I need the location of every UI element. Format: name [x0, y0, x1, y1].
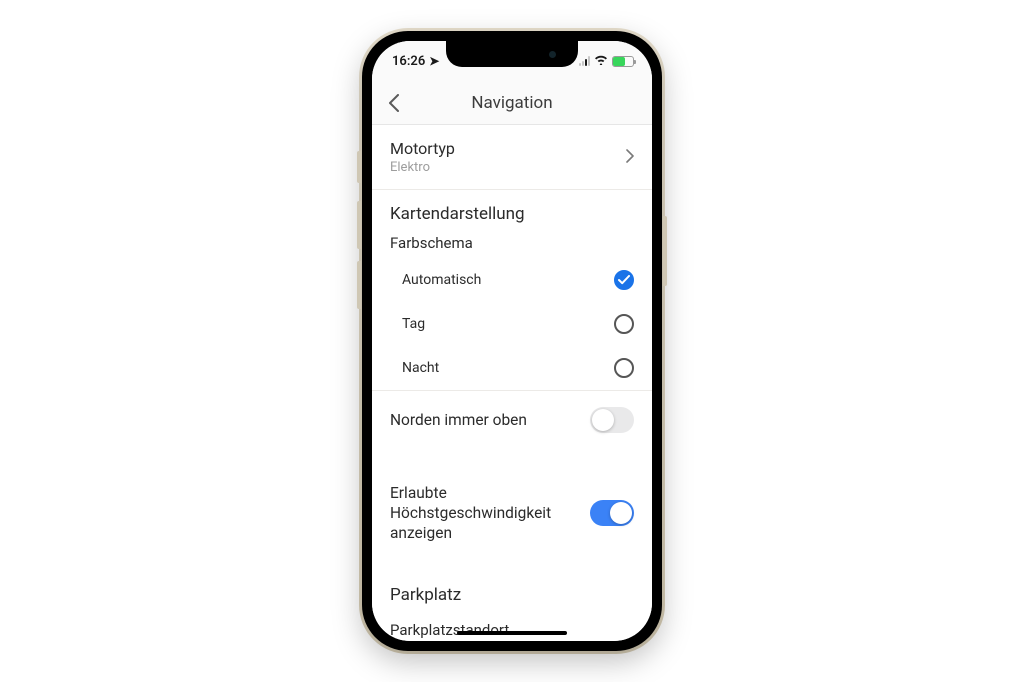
engine-type-row[interactable]: Motortyp Elektro [372, 125, 652, 190]
engine-type-label: Motortyp [390, 139, 455, 158]
color-scheme-option-label: Automatisch [402, 272, 481, 288]
parking-location-row[interactable]: Parkplatzstandort [372, 615, 652, 641]
map-display-section-title: Kartendarstellung [372, 190, 652, 228]
nav-header: Navigation [372, 81, 652, 125]
color-scheme-option-label: Tag [402, 316, 425, 332]
back-button[interactable] [372, 81, 416, 125]
wifi-icon [594, 54, 608, 68]
engine-type-value: Elektro [390, 160, 455, 175]
radio-unchecked-icon[interactable] [614, 314, 634, 334]
north-up-row[interactable]: Norden immer oben [372, 390, 652, 449]
screen: 16:26 ➤ Navigation [372, 41, 652, 641]
north-up-toggle[interactable] [590, 407, 634, 433]
color-scheme-option-label: Nacht [402, 360, 439, 376]
battery-icon [612, 56, 634, 67]
north-up-label: Norden immer oben [390, 410, 527, 430]
color-scheme-option[interactable]: Nacht [372, 346, 652, 390]
color-scheme-option[interactable]: Tag [372, 302, 652, 346]
side-button [663, 216, 667, 286]
side-button [357, 261, 361, 309]
home-indicator[interactable] [457, 631, 567, 635]
color-scheme-label: Farbschema [372, 228, 652, 258]
speed-limit-label: Erlaubte Höchstgeschwindigkeit anzeigen [390, 483, 570, 543]
radio-unchecked-icon[interactable] [614, 358, 634, 378]
status-time: 16:26 [392, 54, 425, 69]
content[interactable]: Motortyp Elektro Kartendarstellung Farbs… [372, 125, 652, 641]
speed-limit-row[interactable]: Erlaubte Höchstgeschwindigkeit anzeigen [372, 467, 652, 559]
color-scheme-option[interactable]: Automatisch [372, 258, 652, 302]
parking-section-title: Parkplatz [372, 577, 652, 609]
speed-limit-toggle[interactable] [590, 500, 634, 526]
side-button [357, 201, 361, 249]
side-button [357, 151, 361, 183]
chevron-right-icon [626, 147, 634, 168]
phone-frame: 16:26 ➤ Navigation [362, 31, 662, 651]
cellular-icon [579, 56, 590, 66]
radio-checked-icon[interactable] [614, 270, 634, 290]
notch [446, 41, 578, 67]
location-icon: ➤ [429, 54, 439, 68]
